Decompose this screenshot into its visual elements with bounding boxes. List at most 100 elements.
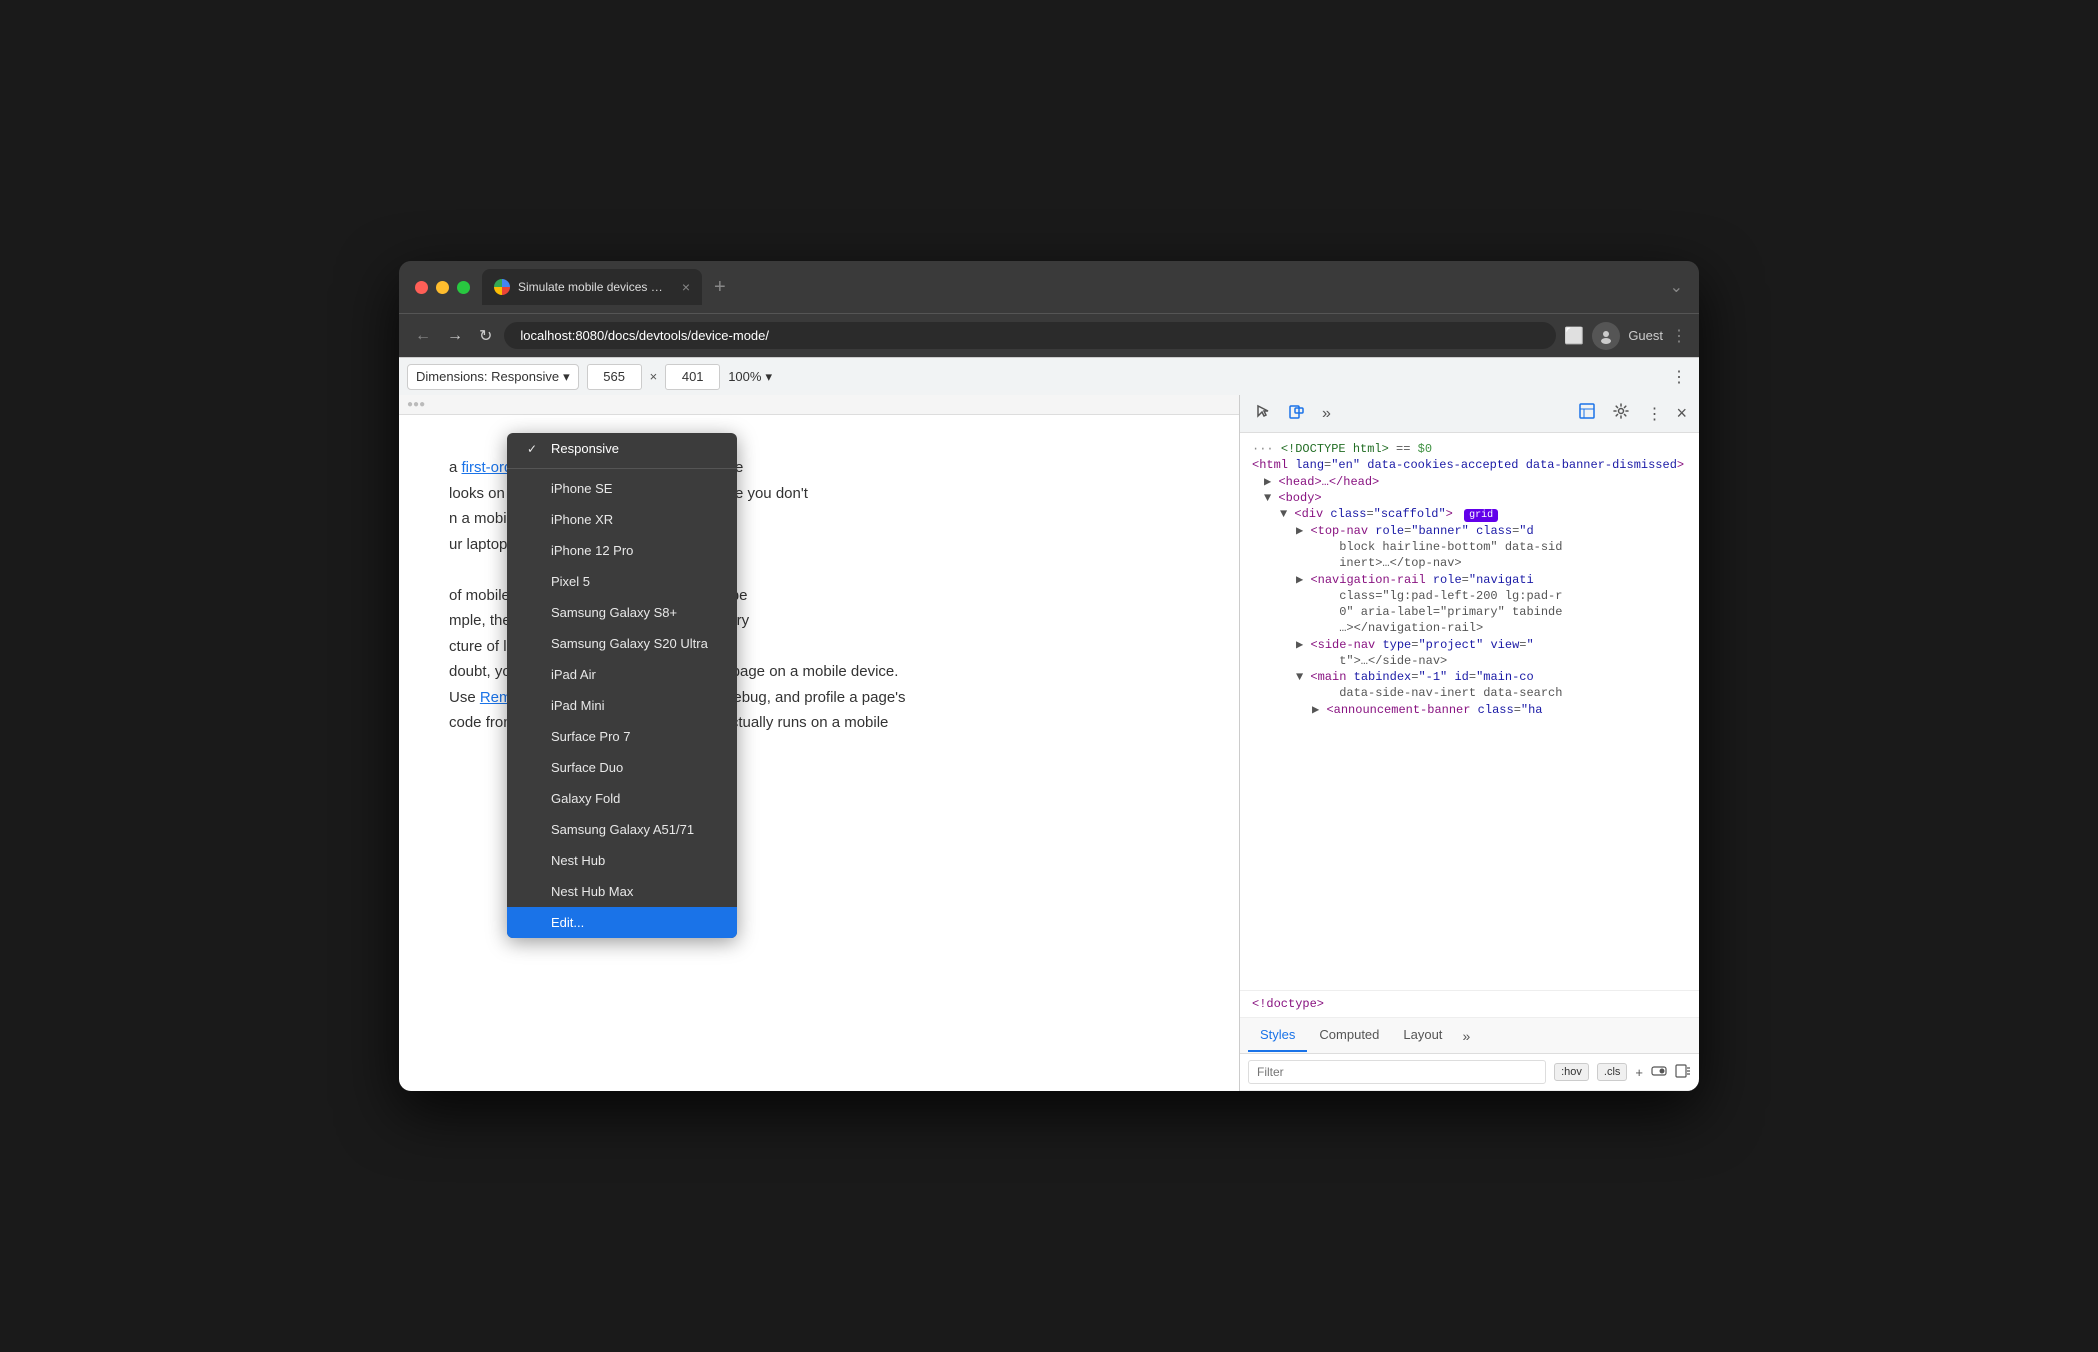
- window-toggle-icon[interactable]: ⬜: [1564, 326, 1584, 346]
- dropdown-samsung-s8-label: Samsung Galaxy S8+: [551, 605, 677, 620]
- dropdown-pixel-5-label: Pixel 5: [551, 574, 590, 589]
- dropdown-edit-label: Edit...: [551, 915, 584, 930]
- dropdown-item-samsung-s8[interactable]: Samsung Galaxy S8+: [507, 597, 737, 628]
- code-sidenav-end: t">…</side-nav>: [1248, 653, 1691, 669]
- traffic-lights: [415, 281, 470, 294]
- dropdown-item-iphone-12-pro[interactable]: iPhone 12 Pro: [507, 535, 737, 566]
- title-bar: Simulate mobile devices with D × + ⌄: [399, 261, 1699, 313]
- viewport-area: ●●● ✓ Responsive iPhone SE iPhone XR: [399, 395, 1239, 1091]
- dropdown-item-samsung-a51[interactable]: Samsung Galaxy A51/71: [507, 814, 737, 845]
- dimensions-dropdown[interactable]: Dimensions: Responsive ▾: [407, 364, 579, 390]
- devtools-panel: » ⋮ ×: [1239, 395, 1699, 1091]
- dropdown-item-ipad-mini[interactable]: iPad Mini: [507, 690, 737, 721]
- html-code-area[interactable]: ··· <!DOCTYPE html> == $0 <html lang="en…: [1240, 433, 1699, 990]
- profile-avatar[interactable]: [1592, 322, 1620, 350]
- dropdown-ipad-air-label: iPad Air: [551, 667, 596, 682]
- dropdown-surface-pro-label: Surface Pro 7: [551, 729, 631, 744]
- zoom-dropdown[interactable]: 100% ▾: [728, 369, 772, 385]
- dropdown-responsive-label: Responsive: [551, 441, 619, 456]
- dropdown-item-iphone-se[interactable]: iPhone SE: [507, 473, 737, 504]
- tab-menu-button[interactable]: ⌄: [1670, 277, 1683, 297]
- code-topnav-cont: block hairline-bottom" data-sid: [1248, 539, 1691, 555]
- code-sidenav-line: ▶ <side-nav type="project" view=": [1248, 636, 1691, 653]
- minimize-traffic-light[interactable]: [436, 281, 449, 294]
- tab-title: Simulate mobile devices with D: [518, 280, 670, 294]
- settings-icon[interactable]: [1606, 398, 1636, 429]
- width-input[interactable]: [587, 364, 642, 390]
- code-main-cont: data-side-nav-inert data-search: [1248, 685, 1691, 701]
- tab-close-button[interactable]: ×: [682, 279, 690, 295]
- dropdown-item-edit[interactable]: Edit...: [507, 907, 737, 938]
- dropdown-galaxy-fold-label: Galaxy Fold: [551, 791, 620, 806]
- dropdown-item-pixel-5[interactable]: Pixel 5: [507, 566, 737, 597]
- main-area: ●●● ✓ Responsive iPhone SE iPhone XR: [399, 395, 1699, 1091]
- dropdown-item-samsung-s20[interactable]: Samsung Galaxy S20 Ultra: [507, 628, 737, 659]
- code-main-line: ▼ <main tabindex="-1" id="main-co: [1248, 669, 1691, 685]
- elements-panel-icon[interactable]: [1572, 398, 1602, 429]
- dropdown-item-responsive[interactable]: ✓ Responsive: [507, 433, 737, 464]
- more-options-devtools-icon[interactable]: ⋮: [1640, 400, 1668, 428]
- new-tab-button[interactable]: +: [706, 272, 734, 303]
- dropdown-nest-hub-max-label: Nest Hub Max: [551, 884, 633, 899]
- doctype-bottom-line: <!doctype>: [1240, 990, 1699, 1018]
- more-options-icon[interactable]: ⋮: [1667, 363, 1691, 391]
- doctype-text: <!doctype>: [1252, 997, 1324, 1011]
- dropdown-arrow-icon: ▾: [563, 369, 570, 385]
- maximize-traffic-light[interactable]: [457, 281, 470, 294]
- device-dropdown-menu: ✓ Responsive iPhone SE iPhone XR iPhone …: [507, 433, 737, 938]
- code-html-line: <html lang="en" data-cookies-accepted da…: [1248, 457, 1691, 473]
- browser-menu-icon[interactable]: ⋮: [1671, 326, 1687, 346]
- content-text-use: Use: [449, 689, 480, 706]
- close-traffic-light[interactable]: [415, 281, 428, 294]
- inspect-element-icon[interactable]: [1248, 398, 1278, 429]
- filter-bar: :hov .cls +: [1240, 1054, 1699, 1091]
- dropdown-samsung-s20-label: Samsung Galaxy S20 Ultra: [551, 636, 708, 651]
- filter-input[interactable]: [1248, 1060, 1546, 1084]
- tab-more-button[interactable]: »: [1454, 1024, 1478, 1048]
- dropdown-ipad-mini-label: iPad Mini: [551, 698, 604, 713]
- code-doctype-line: ··· <!DOCTYPE html> == $0: [1248, 441, 1691, 457]
- tab-styles[interactable]: Styles: [1248, 1019, 1307, 1052]
- dropdown-item-nest-hub[interactable]: Nest Hub: [507, 845, 737, 876]
- dropdown-item-ipad-air[interactable]: iPad Air: [507, 659, 737, 690]
- code-announcement-line: ▶ <announcement-banner class="ha: [1248, 701, 1691, 718]
- chrome-favicon-icon: [494, 279, 510, 295]
- forward-button[interactable]: →: [443, 323, 467, 349]
- dropdown-iphone-xr-label: iPhone XR: [551, 512, 613, 527]
- pseudo-hov-button[interactable]: :hov: [1554, 1063, 1589, 1081]
- code-head-line: ▶ <head>…</head>: [1248, 473, 1691, 490]
- dimension-separator: ×: [650, 369, 658, 384]
- height-input[interactable]: [665, 364, 720, 390]
- add-style-rule-icon[interactable]: +: [1635, 1065, 1643, 1080]
- more-tools-icon[interactable]: »: [1316, 401, 1337, 427]
- code-navrail-cont2: 0" aria-label="primary" tabinde: [1248, 604, 1691, 620]
- devtools-top-bar: » ⋮ ×: [1240, 395, 1699, 433]
- content-text-1: a: [449, 459, 462, 476]
- pseudo-cls-button[interactable]: .cls: [1597, 1063, 1628, 1081]
- active-tab[interactable]: Simulate mobile devices with D ×: [482, 269, 702, 305]
- tab-computed[interactable]: Computed: [1307, 1019, 1391, 1052]
- dropdown-iphone-se-label: iPhone SE: [551, 481, 612, 496]
- dropdown-item-nest-hub-max[interactable]: Nest Hub Max: [507, 876, 737, 907]
- refresh-button[interactable]: ↻: [475, 322, 496, 350]
- address-bar: ← → ↻ ⬜ Guest ⋮: [399, 313, 1699, 357]
- address-input[interactable]: [504, 322, 1556, 349]
- tab-layout[interactable]: Layout: [1391, 1019, 1454, 1052]
- dropdown-iphone-12-pro-label: iPhone 12 Pro: [551, 543, 633, 558]
- dropdown-item-galaxy-fold[interactable]: Galaxy Fold: [507, 783, 737, 814]
- device-toolbar-icon[interactable]: [1282, 398, 1312, 429]
- browser-window: Simulate mobile devices with D × + ⌄ ← →…: [399, 261, 1699, 1091]
- dropdown-nest-hub-label: Nest Hub: [551, 853, 605, 868]
- dropdown-item-surface-duo[interactable]: Surface Duo: [507, 752, 737, 783]
- toggle-style-icon[interactable]: [1651, 1063, 1667, 1082]
- browser-actions: ⬜ Guest ⋮: [1564, 322, 1687, 350]
- code-topnav-end: inert>…</top-nav>: [1248, 555, 1691, 571]
- code-scaffold-line: ▼ <div class="scaffold"> grid: [1248, 506, 1691, 522]
- back-button[interactable]: ←: [411, 323, 435, 349]
- close-devtools-button[interactable]: ×: [1672, 399, 1691, 428]
- tab-bar: Simulate mobile devices with D × + ⌄: [482, 269, 1683, 305]
- dropdown-item-surface-pro[interactable]: Surface Pro 7: [507, 721, 737, 752]
- dropdown-surface-duo-label: Surface Duo: [551, 760, 623, 775]
- dropdown-item-iphone-xr[interactable]: iPhone XR: [507, 504, 737, 535]
- new-style-rule-icon[interactable]: [1675, 1063, 1691, 1082]
